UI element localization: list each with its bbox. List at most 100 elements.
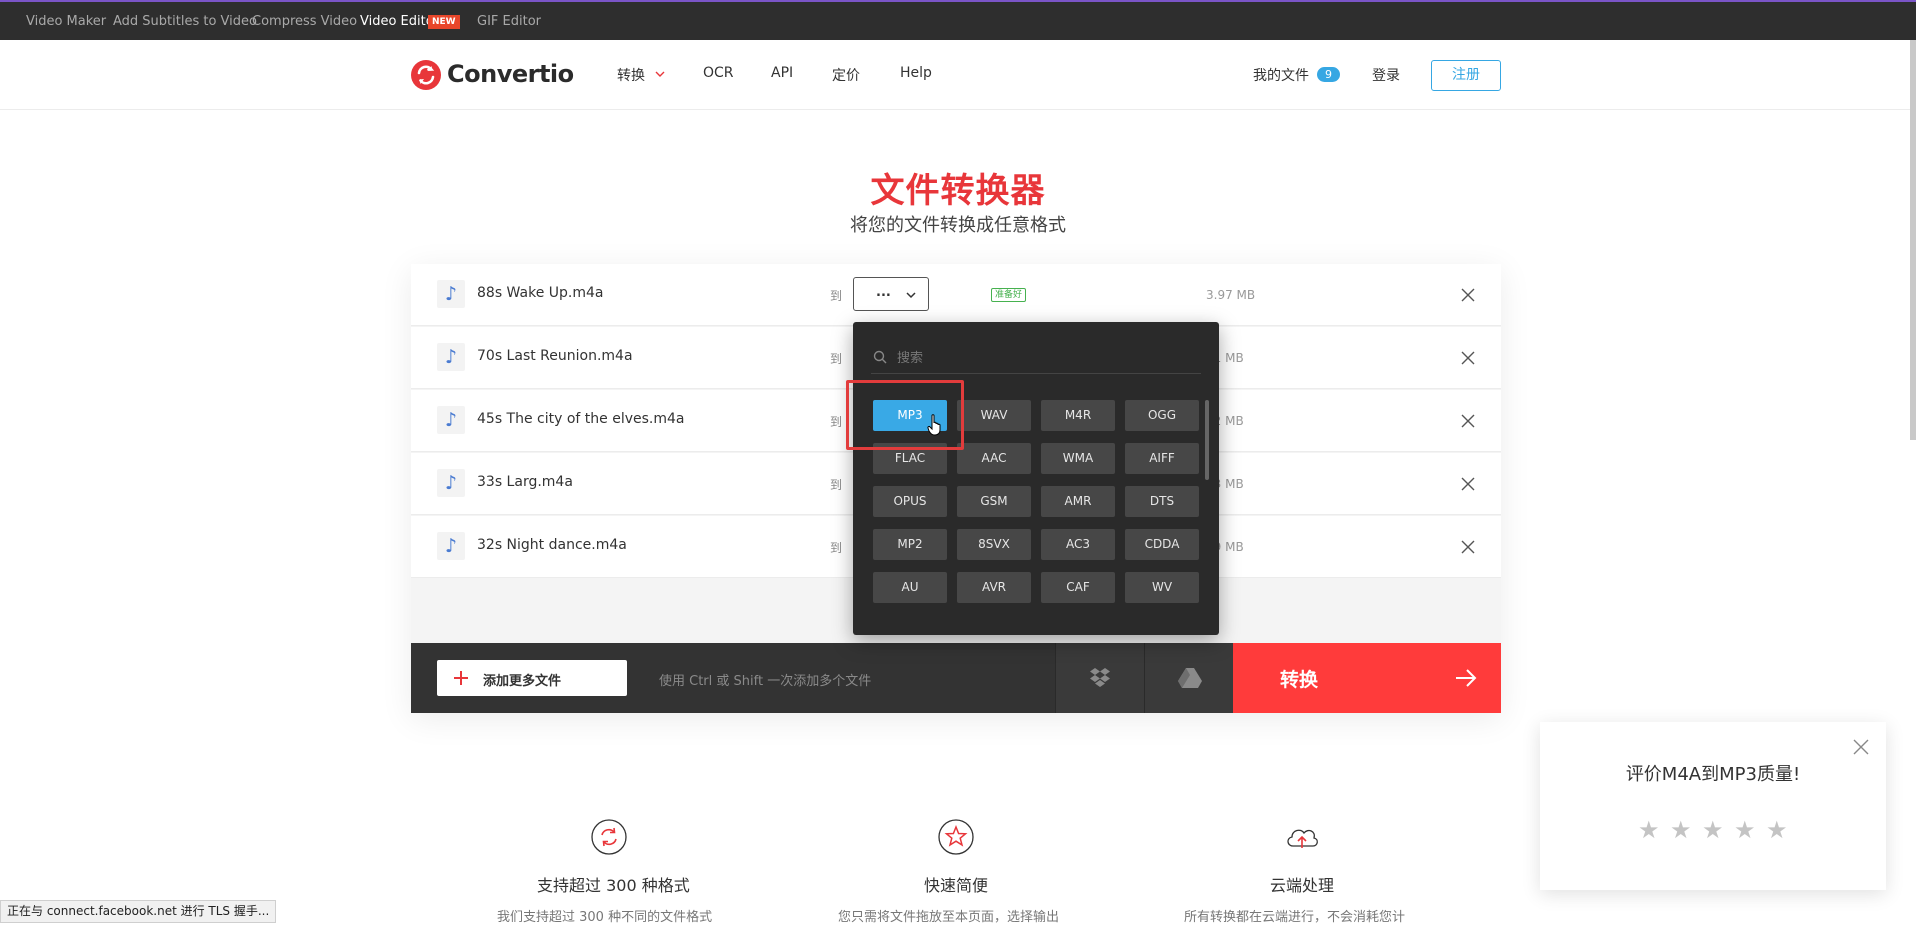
format-option-caf[interactable]: CAF (1041, 572, 1115, 603)
format-select[interactable]: ... (853, 277, 929, 311)
chevron-down-icon (906, 292, 916, 299)
format-search-input[interactable] (895, 346, 1195, 370)
music-note-icon: ♪ (437, 532, 465, 560)
page-scrollbar[interactable] (1910, 40, 1916, 440)
star-icon[interactable]: ★ (1734, 816, 1756, 844)
nav-help[interactable]: Help (900, 65, 932, 81)
status-badge: 准备好 (991, 288, 1027, 302)
top-link-add-subtitles[interactable]: Add Subtitles to Video (113, 14, 257, 29)
browser-status-bar: 正在与 connect.facebook.net 进行 TLS 握手... (0, 900, 277, 923)
files-count-badge: 9 (1317, 67, 1340, 82)
format-option-wv[interactable]: WV (1125, 572, 1199, 603)
close-icon[interactable] (1461, 288, 1475, 302)
format-option-au[interactable]: AU (873, 572, 947, 603)
file-name: 33s Larg.m4a (477, 474, 573, 490)
music-note-icon: ♪ (437, 280, 465, 308)
feature-desc: 您只需将文件拖放至本页面，选择输出 (838, 910, 1060, 925)
add-more-files-button[interactable]: 添加更多文件 (437, 660, 627, 696)
music-note-icon: ♪ (437, 343, 465, 371)
site-header: Convertio 转换 OCR API 定价 Help 我的文件 9 登录 注… (0, 40, 1916, 110)
to-label: 到 (830, 352, 843, 366)
music-note-icon: ♪ (437, 406, 465, 434)
close-icon[interactable] (1461, 351, 1475, 365)
format-search (871, 342, 1201, 374)
feature-desc: 我们支持超过 300 种不同的文件格式 (497, 910, 713, 925)
new-badge: NEW (428, 15, 460, 29)
to-label: 到 (830, 289, 843, 303)
format-option-aac[interactable]: AAC (957, 443, 1031, 474)
convertio-logo-icon[interactable] (410, 59, 442, 91)
convert-button-label: 转换 (1280, 669, 1319, 691)
action-bar: 添加更多文件 使用 Ctrl 或 Shift 一次添加多个文件 转换 (411, 643, 1501, 713)
google-drive-button[interactable] (1144, 643, 1233, 713)
feature-title: 支持超过 300 种格式 (537, 876, 690, 895)
feature-desc: 所有转换都在云端进行，不会消耗您计 (1184, 910, 1406, 925)
format-option-gsm[interactable]: GSM (957, 486, 1031, 517)
top-link-compress-video[interactable]: Compress Video (252, 14, 357, 29)
music-note-icon: ♪ (437, 469, 465, 497)
dropbox-icon (1090, 668, 1110, 687)
format-option-opus[interactable]: OPUS (873, 486, 947, 517)
page-title: 文件转换器 (870, 171, 1046, 211)
dropdown-scrollbar[interactable] (1205, 400, 1209, 480)
format-dropdown: MP3 WAV M4R OGG FLAC AAC WMA AIFF OPUS G… (853, 322, 1219, 635)
hand-cursor-icon (927, 414, 941, 436)
login-link[interactable]: 登录 (1372, 65, 1400, 85)
logo-text[interactable]: Convertio (447, 60, 574, 88)
format-option-cdda[interactable]: CDDA (1125, 529, 1199, 560)
file-row: ♪ 88s Wake Up.m4a 到 ... 准备好 3.97 MB (411, 264, 1501, 326)
file-name: 70s Last Reunion.m4a (477, 348, 633, 364)
format-option-m4r[interactable]: M4R (1041, 400, 1115, 431)
rating-title: 评价M4A到MP3质量! (1625, 764, 1801, 785)
nav-pricing[interactable]: 定价 (832, 65, 860, 85)
add-more-files-label: 添加更多文件 (483, 674, 562, 689)
close-icon[interactable] (1461, 414, 1475, 428)
cloud-upload-icon (1287, 829, 1318, 848)
plus-icon (454, 671, 468, 685)
convert-button[interactable]: 转换 (1233, 643, 1501, 713)
feature-title: 云端处理 (1270, 876, 1335, 895)
format-option-mp2[interactable]: MP2 (873, 529, 947, 560)
rating-popup: 评价M4A到MP3质量! ★ ★ ★ ★ ★ (1540, 722, 1886, 890)
to-label: 到 (830, 415, 843, 429)
star-icon[interactable]: ★ (1702, 816, 1724, 844)
formats-icon (591, 819, 627, 855)
format-option-amr[interactable]: AMR (1041, 486, 1115, 517)
format-option-ac3[interactable]: AC3 (1041, 529, 1115, 560)
format-option-wav[interactable]: WAV (957, 400, 1031, 431)
signup-button[interactable]: 注册 (1431, 60, 1501, 91)
to-label: 到 (830, 478, 843, 492)
search-icon (873, 350, 887, 364)
close-icon[interactable] (1853, 739, 1869, 755)
top-link-gif-editor[interactable]: GIF Editor (477, 14, 541, 29)
nav-convert[interactable]: 转换 (617, 65, 645, 85)
format-option-wma[interactable]: WMA (1041, 443, 1115, 474)
selection-highlight (846, 380, 964, 450)
page-subtitle: 将您的文件转换成任意格式 (850, 215, 1066, 236)
star-icon[interactable]: ★ (1670, 816, 1692, 844)
format-option-aiff[interactable]: AIFF (1125, 443, 1199, 474)
format-option-dts[interactable]: DTS (1125, 486, 1199, 517)
nav-ocr[interactable]: OCR (703, 65, 734, 81)
arrow-right-icon (1456, 669, 1477, 687)
chevron-down-icon[interactable] (655, 69, 665, 79)
dropbox-button[interactable] (1055, 643, 1144, 713)
file-name: 45s The city of the elves.m4a (477, 411, 685, 427)
google-drive-icon (1178, 668, 1202, 688)
close-icon[interactable] (1461, 477, 1475, 491)
format-select-value: ... (876, 285, 891, 300)
format-option-8svx[interactable]: 8SVX (957, 529, 1031, 560)
star-badge-icon (938, 819, 974, 855)
format-option-avr[interactable]: AVR (957, 572, 1031, 603)
file-name: 88s Wake Up.m4a (477, 285, 604, 301)
star-icon[interactable]: ★ (1766, 816, 1788, 844)
file-name: 32s Night dance.m4a (477, 537, 627, 553)
my-files-link[interactable]: 我的文件 (1253, 65, 1309, 85)
format-option-ogg[interactable]: OGG (1125, 400, 1199, 431)
top-links-bar: Video Maker Add Subtitles to Video Compr… (0, 0, 1916, 40)
star-icon[interactable]: ★ (1638, 816, 1660, 844)
top-link-video-maker[interactable]: Video Maker (26, 14, 106, 29)
close-icon[interactable] (1461, 540, 1475, 554)
multi-select-hint: 使用 Ctrl 或 Shift 一次添加多个文件 (659, 674, 872, 689)
nav-api[interactable]: API (771, 65, 793, 81)
